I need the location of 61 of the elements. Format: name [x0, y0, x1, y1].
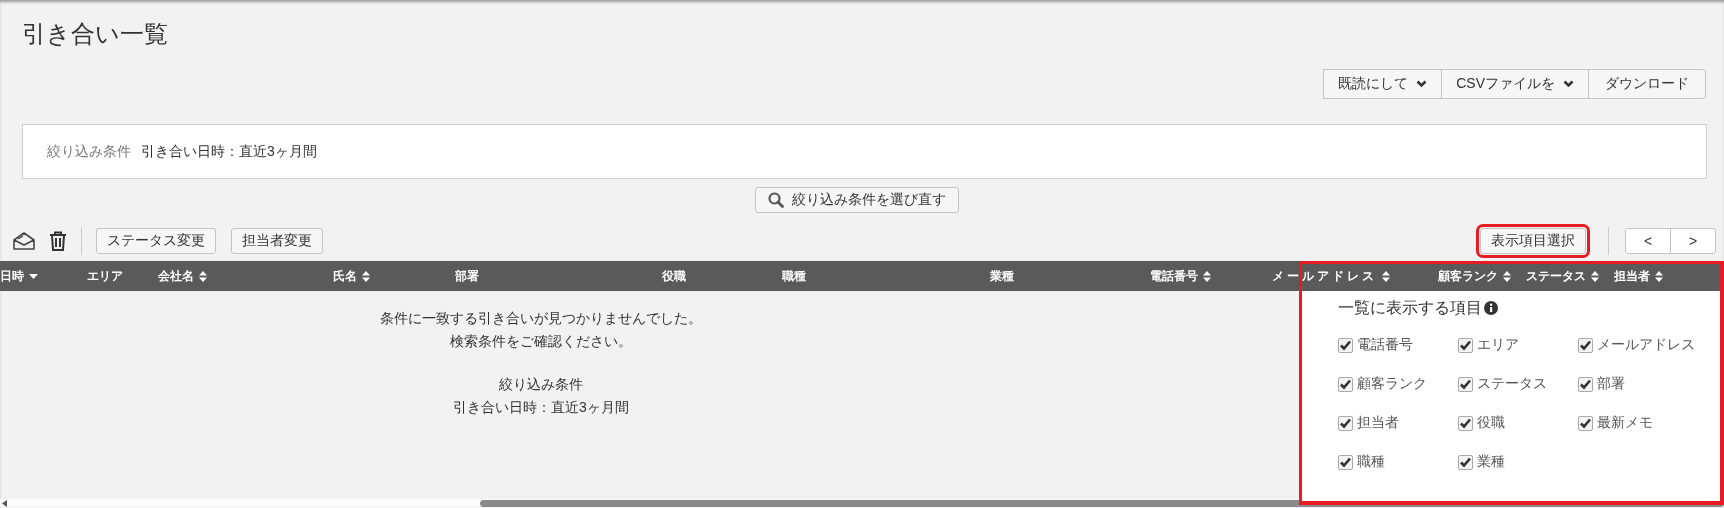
search-icon [768, 192, 784, 208]
column-header[interactable]: 日時 [0, 267, 24, 285]
checkbox[interactable] [1458, 415, 1473, 431]
sort-descending-icon[interactable] [29, 273, 38, 279]
picker-title: 一覧に表示する項目 [1338, 297, 1482, 318]
checkbox[interactable] [1338, 415, 1353, 431]
checkbox-label: 最新メモ [1597, 414, 1653, 432]
column-header[interactable]: ステータス [1526, 267, 1586, 285]
checkbox[interactable] [1578, 415, 1593, 431]
column-header[interactable]: 担当者 [1614, 267, 1650, 285]
checkbox[interactable] [1458, 376, 1473, 392]
column-header[interactable]: メールアドレス [1272, 267, 1377, 285]
sort-icon[interactable] [1655, 270, 1663, 282]
column-header[interactable]: 氏名 [333, 267, 357, 285]
filter-value: 引き合い日時：直近3ヶ月間 [141, 142, 317, 161]
column-header[interactable]: 部署 [455, 267, 479, 285]
column-header[interactable]: 顧客ランク [1438, 267, 1498, 285]
sort-icon[interactable] [1591, 270, 1599, 282]
checkbox[interactable] [1458, 337, 1473, 353]
checkbox[interactable] [1458, 454, 1473, 470]
column-header[interactable]: 会社名 [158, 267, 194, 285]
sort-icon[interactable] [1503, 270, 1511, 282]
column-header[interactable]: 電話番号 [1150, 267, 1198, 285]
checkbox-label: 顧客ランク [1357, 375, 1427, 393]
checkbox-label: ステータス [1477, 375, 1547, 393]
filter-label: 絞り込み条件 [47, 142, 131, 161]
checkbox[interactable] [1338, 454, 1353, 470]
checkbox[interactable] [1338, 376, 1353, 392]
toolbar-button[interactable]: 担当者変更 [231, 228, 323, 254]
checkbox-label: 部署 [1597, 375, 1625, 393]
open-envelope-icon[interactable] [13, 232, 35, 250]
pager-button[interactable]: > [1670, 228, 1716, 254]
checkbox[interactable] [1578, 337, 1593, 353]
trash-icon[interactable] [49, 231, 67, 251]
empty-filter-label: 絞り込み条件 [499, 375, 583, 394]
checkbox-label: 担当者 [1357, 414, 1399, 432]
scroll-left-icon[interactable] [2, 499, 7, 507]
info-icon[interactable] [1484, 301, 1498, 315]
checkbox-label: 業種 [1477, 453, 1505, 471]
column-header[interactable]: 役職 [662, 267, 686, 285]
checkbox-label: 職種 [1357, 453, 1385, 471]
column-header[interactable]: 職種 [782, 267, 806, 285]
page-title: 引き合い一覧 [22, 19, 169, 49]
checkbox[interactable] [1338, 337, 1353, 353]
scrollbar-thumb[interactable] [480, 500, 1724, 507]
checkbox-label: エリア [1477, 336, 1519, 354]
sort-icon[interactable] [362, 270, 370, 282]
checkbox-label: 電話番号 [1357, 336, 1413, 354]
checkbox-label: 役職 [1477, 414, 1505, 432]
sort-icon[interactable] [1203, 270, 1211, 282]
reselect-button[interactable]: 絞り込み条件を選び直す [755, 187, 959, 213]
checkbox-label: メールアドレス [1597, 336, 1695, 354]
column-header[interactable]: エリア [87, 267, 123, 285]
empty-filter-value: 引き合い日時：直近3ヶ月間 [453, 398, 629, 417]
sort-icon[interactable] [1382, 270, 1390, 282]
column-header[interactable]: 業種 [990, 267, 1014, 285]
sort-icon[interactable] [199, 270, 207, 282]
empty-message: 条件に一致する引き合いが見つかりませんでした。 検索条件をご確認ください。 [380, 309, 702, 351]
toolbar-button[interactable]: ステータス変更 [96, 228, 216, 254]
pager-button[interactable]: < [1625, 228, 1671, 254]
checkbox[interactable] [1578, 376, 1593, 392]
